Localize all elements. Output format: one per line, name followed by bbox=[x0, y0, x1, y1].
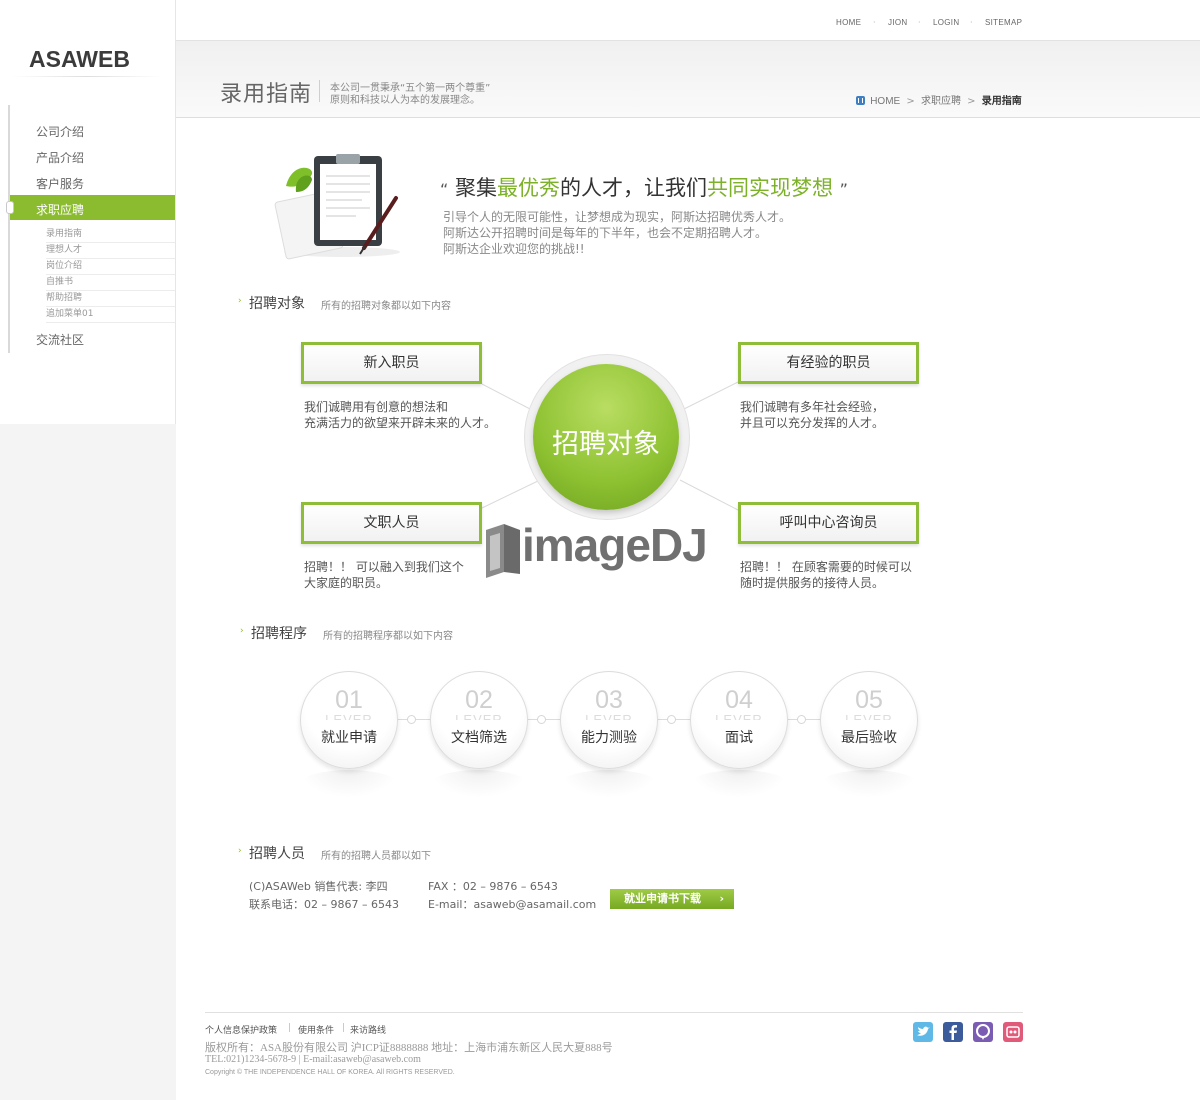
section-bullet-icon: › bbox=[238, 846, 242, 856]
download-application-button[interactable]: 就业申请书下载 › bbox=[610, 889, 734, 909]
footer-separator: | bbox=[288, 1023, 292, 1033]
footer-link-terms[interactable]: 使用条件 bbox=[298, 1023, 334, 1036]
step-label: 文档筛选 bbox=[451, 730, 507, 746]
target-box-new-staff: 新入职员 bbox=[301, 342, 482, 384]
step-reflection bbox=[560, 770, 658, 798]
target-desc: 我们诚聘有多年社会经验， 并且可以充分发挥的人才。 bbox=[740, 399, 884, 431]
step-lever: LEVER bbox=[455, 712, 503, 720]
step-lever: LEVER bbox=[715, 712, 763, 720]
section-desc-staff: 所有的招聘人员都以如下 bbox=[321, 851, 431, 862]
center-circle-label: 招聘对象 bbox=[552, 429, 660, 460]
step-number: 01 bbox=[335, 686, 363, 714]
step-lever: LEVER bbox=[585, 712, 633, 720]
target-box-call-center: 呼叫中心咨询员 bbox=[738, 502, 919, 544]
contact-rep: (C)ASAWeb 销售代表: 李四 bbox=[249, 880, 388, 893]
target-desc-line: 我们诚聘有多年社会经验， bbox=[740, 400, 885, 414]
contact-phone: 联系电话：02 – 9867 – 6543 bbox=[249, 898, 399, 911]
section-desc-process: 所有的招聘程序都以如下内容 bbox=[323, 631, 453, 642]
target-desc-line: 我们诚聘用有创意的想法和 bbox=[304, 400, 449, 414]
section-title-staff: 招聘人员 bbox=[249, 846, 305, 862]
contact-fax: FAX ：02 – 9876 – 6543 bbox=[428, 880, 558, 893]
step-number: 03 bbox=[595, 686, 623, 714]
target-desc-line: 并且可以充分发挥的人才。 bbox=[740, 416, 885, 430]
step-node-icon bbox=[407, 715, 416, 724]
target-desc: 我们诚聘用有创意的想法和充满活力的欲望来开辟未来的人才。 bbox=[304, 399, 496, 431]
step-reflection bbox=[300, 770, 398, 798]
step-node-icon bbox=[667, 715, 676, 724]
step-node-icon bbox=[537, 715, 546, 724]
step-number: 05 bbox=[855, 686, 883, 714]
footer-divider bbox=[205, 1012, 1023, 1013]
contact-email[interactable]: E-mail：asaweb@asamail.com bbox=[428, 896, 596, 912]
step-node-icon bbox=[797, 715, 806, 724]
footer-separator: | bbox=[342, 1023, 346, 1033]
footer-link-directions[interactable]: 来访路线 bbox=[350, 1023, 386, 1036]
target-desc-line: 充满活力的欲望来开辟未来的人才。 bbox=[304, 416, 497, 430]
target-desc-line: 随时提供服务的接待人员。 bbox=[740, 576, 885, 590]
watermark-text: imageDJ bbox=[522, 519, 708, 571]
target-desc-line: 大家庭的职员。 bbox=[304, 576, 389, 590]
footer-company-info: 版权所有：ASA股份有限公司 沪ICP证8888888 地址：上海市浦东新区人民… bbox=[205, 1042, 613, 1054]
footer-contact-info: TEL:021)1234-5678-9 | E-mail:asaweb@asaw… bbox=[205, 1054, 421, 1065]
target-desc: 招聘！！ 可以融入到我们这个 大家庭的职员。 bbox=[304, 559, 464, 591]
step-label: 就业申请 bbox=[321, 730, 377, 746]
section-title-process: 招聘程序 bbox=[251, 626, 307, 642]
step-label: 能力测验 bbox=[581, 730, 637, 746]
step-number: 04 bbox=[725, 686, 753, 714]
twitter-icon[interactable] bbox=[913, 1022, 933, 1042]
section-bullet-icon: › bbox=[240, 626, 244, 636]
target-desc: 招聘！！ 在顾客需要的时候可以 随时提供服务的接待人员。 bbox=[740, 559, 912, 591]
step-number: 02 bbox=[465, 686, 493, 714]
messenger-icon[interactable] bbox=[973, 1022, 993, 1042]
chevron-right-icon: › bbox=[719, 892, 724, 905]
target-desc-line: 招聘！！ 可以融入到我们这个 bbox=[304, 560, 464, 574]
step-reflection bbox=[690, 770, 788, 798]
step-lever: LEVER bbox=[845, 712, 893, 720]
step-label: 面试 bbox=[725, 730, 753, 746]
footer-link-privacy[interactable]: 个人信息保护政策 bbox=[205, 1023, 277, 1036]
target-box-clerical: 文职人员 bbox=[301, 502, 482, 544]
rss-icon[interactable] bbox=[1003, 1022, 1023, 1042]
footer-copyright: Copyright © THE INDEPENDENCE HALL OF KOR… bbox=[205, 1069, 455, 1076]
watermark-box-icon bbox=[486, 524, 520, 578]
facebook-icon[interactable] bbox=[943, 1022, 963, 1042]
target-desc-line: 招聘！！ 在顾客需要的时候可以 bbox=[740, 560, 912, 574]
download-button-label: 就业申请书下载 bbox=[624, 892, 701, 905]
step-lever: LEVER bbox=[325, 712, 373, 720]
target-box-experienced: 有经验的职员 bbox=[738, 342, 919, 384]
step-reflection bbox=[820, 770, 918, 798]
step-label: 最后验收 bbox=[841, 730, 897, 746]
step-reflection bbox=[430, 770, 528, 798]
